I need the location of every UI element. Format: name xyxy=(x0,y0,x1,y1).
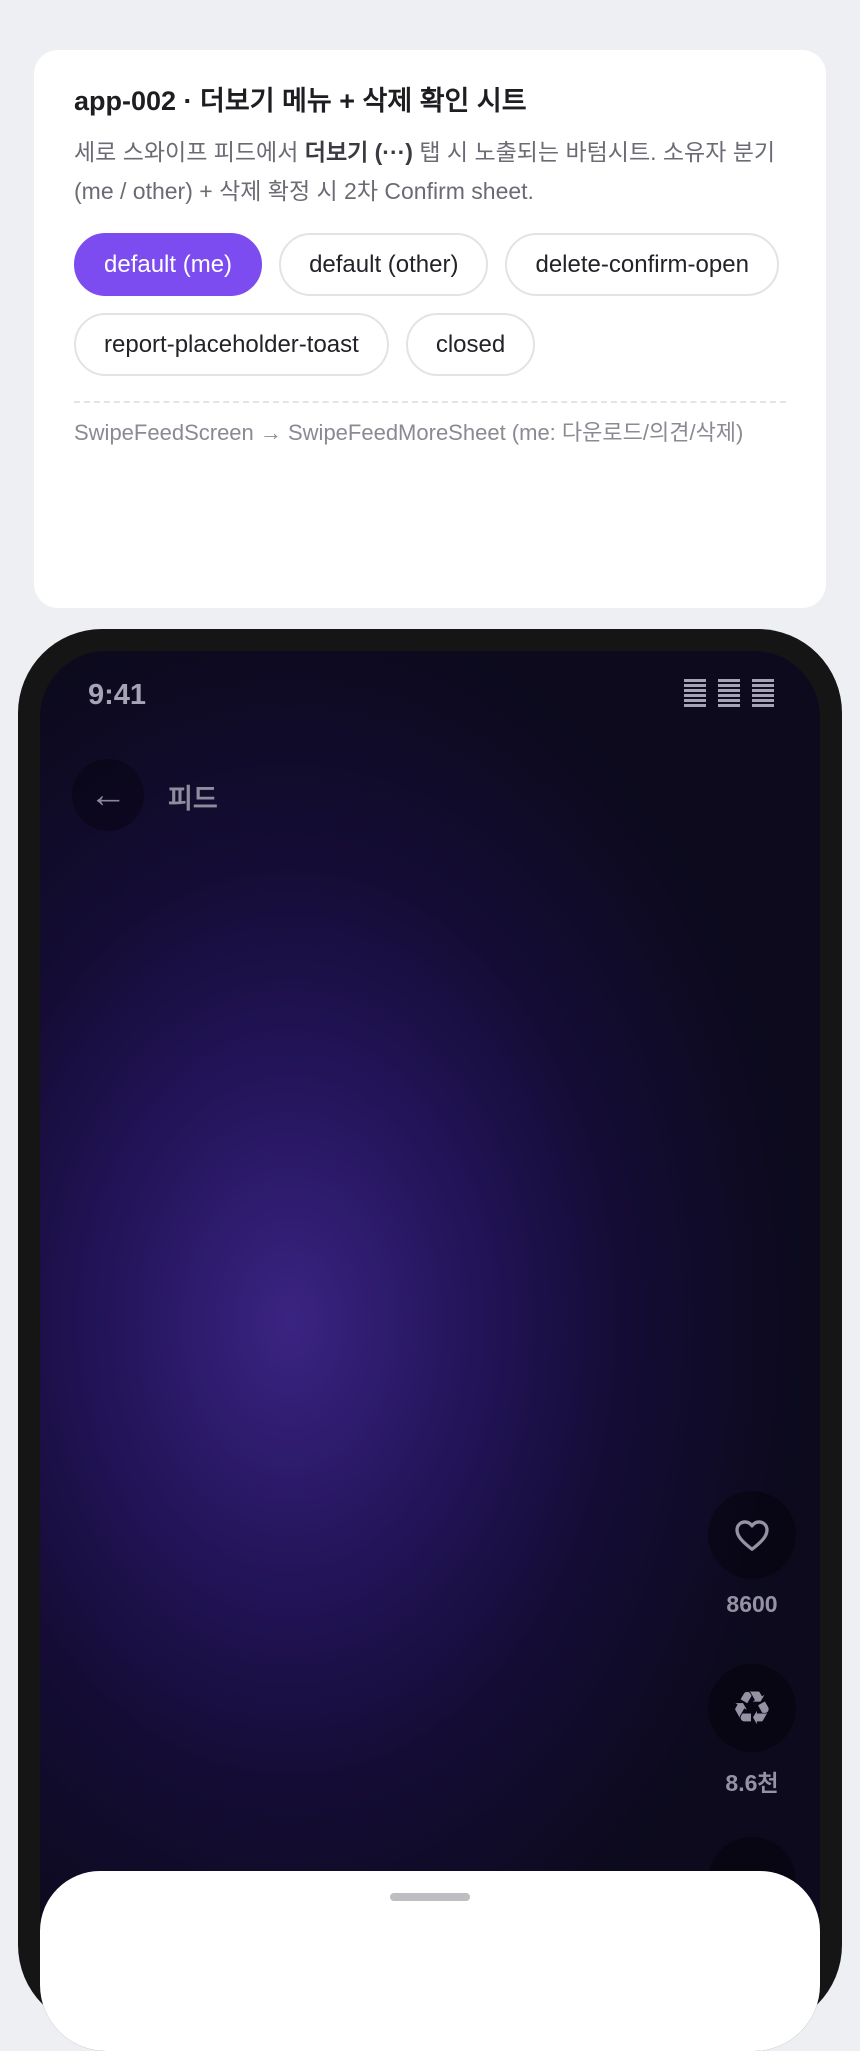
chip-default-other[interactable]: default (other) xyxy=(279,233,489,297)
status-icons xyxy=(684,679,774,707)
card-title: app-002 · 더보기 메뉴 + 삭제 확인 시트 xyxy=(74,86,527,116)
back-button[interactable]: ← xyxy=(72,759,144,831)
chip-delete-confirm-open[interactable]: delete-confirm-open xyxy=(505,233,779,297)
chip-closed[interactable]: closed xyxy=(405,313,536,377)
like-count: 8600 xyxy=(726,1591,778,1617)
back-arrow-icon: ← xyxy=(89,773,127,816)
recycle-icon: ♻ xyxy=(731,1682,773,1734)
repost-count: 8.6천 xyxy=(725,1770,779,1796)
heart-icon xyxy=(735,1520,769,1551)
chip-default-me[interactable]: default (me) xyxy=(74,233,263,297)
state-chips: default (me) default (other) delete-conf… xyxy=(74,233,794,377)
battery-icon xyxy=(752,679,774,707)
status-time: 9:41 xyxy=(88,679,147,711)
feed-screen: 9:41 ← 피드 8600 ♻ 8.6천 xyxy=(40,651,820,2051)
repost-button[interactable]: ♻ xyxy=(708,1664,796,1752)
desc-bold: 더보기 (···) xyxy=(304,139,413,166)
card-footer: SwipeFeedScreen → SwipeFeedMoreSheet (me… xyxy=(74,420,744,446)
like-action: 8600 xyxy=(708,1491,796,1618)
more-bottom-sheet xyxy=(40,1871,820,2051)
sheet-handle[interactable] xyxy=(390,1893,470,1901)
like-button[interactable] xyxy=(708,1491,796,1579)
dashed-divider xyxy=(74,401,786,404)
wifi-icon xyxy=(718,679,740,707)
phone-frame: 9:41 ← 피드 8600 ♻ 8.6천 xyxy=(18,629,842,2051)
chip-report-placeholder-toast[interactable]: report-placeholder-toast xyxy=(74,313,389,377)
header-title: 피드 xyxy=(168,784,218,814)
signal-icon xyxy=(684,679,706,707)
repost-action: ♻ 8.6천 xyxy=(708,1664,796,1798)
scenario-card: app-002 · 더보기 메뉴 + 삭제 확인 시트 세로 스와이프 피드에서… xyxy=(34,50,826,608)
card-description: 세로 스와이프 피드에서 더보기 (···) 탭 시 노출되는 바텀시트. 소유… xyxy=(74,139,776,205)
